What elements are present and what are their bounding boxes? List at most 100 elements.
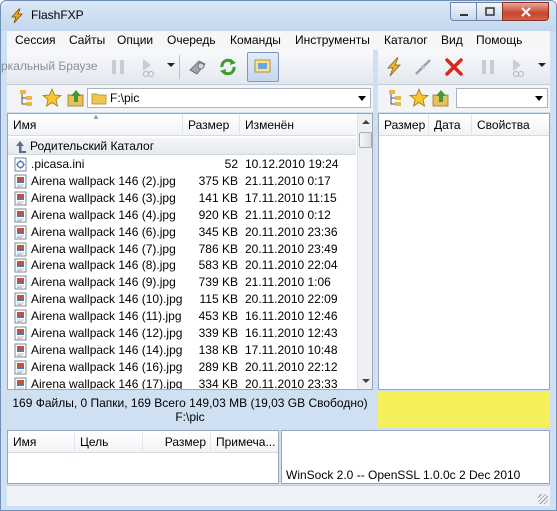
mirror-browse-button[interactable] <box>247 52 279 82</box>
play-dropdown-arrow[interactable] <box>538 63 546 67</box>
folder-tree-icon[interactable] <box>17 87 39 109</box>
column-properties[interactable]: Свойства <box>472 114 549 136</box>
right-path-combo[interactable] <box>456 88 548 108</box>
menu-directory[interactable]: Каталог <box>384 33 428 47</box>
close-button[interactable] <box>502 2 549 21</box>
file-name: Airena wallpack 146 (6).jpg <box>31 224 176 239</box>
favorites-star-icon[interactable] <box>408 87 430 109</box>
left-path-combo[interactable]: F:\pic <box>87 88 371 108</box>
file-row[interactable]: Airena wallpack 146 (6).jpg 345 KB 20.11.2… <box>8 224 356 241</box>
folder-icon <box>91 93 107 105</box>
file-row[interactable]: Airena wallpack 146 (10).jpg 115 KB 20.11.… <box>8 291 356 308</box>
folder-tree-icon[interactable] <box>386 87 408 109</box>
site-manager-icon[interactable] <box>187 56 209 78</box>
file-row[interactable]: .picasa.ini 52 10.12.2010 19:24 <box>8 156 356 173</box>
file-row[interactable]: Airena wallpack 146 (4).jpg 920 KB 21.11.2… <box>8 207 356 224</box>
file-size: 453 KB <box>198 309 238 324</box>
image-file-icon <box>14 242 27 256</box>
remote-status-panel <box>378 391 550 427</box>
chevron-down-icon[interactable] <box>535 96 543 101</box>
play-transfer-icon[interactable] <box>137 56 159 78</box>
pause-icon[interactable] <box>477 56 499 78</box>
abort-x-icon[interactable] <box>443 56 465 78</box>
parent-folder-icon[interactable] <box>430 87 452 109</box>
menu-tools[interactable]: Инструменты <box>295 33 370 47</box>
title-bar[interactable]: FlashFXP <box>1 1 556 31</box>
queue-column-target[interactable]: Цель <box>75 431 143 453</box>
transfer-queue[interactable]: Имя Цель Размер Примеча... <box>7 430 279 484</box>
chevron-down-icon[interactable] <box>358 96 366 101</box>
file-name: Airena wallpack 146 (14).jpg <box>31 342 183 357</box>
close-icon <box>520 7 531 17</box>
remote-column-header: Размер Дата Свойства <box>379 114 549 136</box>
flashfxp-bolt-icon <box>11 8 23 24</box>
minimize-button[interactable] <box>450 2 477 21</box>
menu-sites[interactable]: Сайты <box>69 33 105 47</box>
favorites-star-icon[interactable] <box>41 87 63 109</box>
queue-column-name[interactable]: Имя <box>8 431 75 453</box>
menu-view[interactable]: Вид <box>441 33 463 47</box>
log-line: WinSock 2.0 -- OpenSSL 1.0.0c 2 Dec 2010 <box>286 468 521 482</box>
file-row[interactable]: Airena wallpack 146 (8).jpg 583 KB 20.11.2… <box>8 257 356 274</box>
column-size[interactable]: Размер <box>379 114 429 136</box>
scrollbar-thumb[interactable] <box>359 132 372 148</box>
queue-column-note[interactable]: Примеча... <box>211 431 278 453</box>
left-address-bar: F:\pic <box>7 85 373 112</box>
file-size: 375 KB <box>198 173 238 188</box>
file-row[interactable]: Airena wallpack 146 (16).jpg 289 KB 20.11.… <box>8 359 356 376</box>
disconnect-icon[interactable] <box>412 56 434 78</box>
queue-column-size[interactable]: Размер <box>143 431 211 453</box>
left-path-text: F:\pic <box>110 91 140 105</box>
column-size[interactable]: Размер <box>183 114 240 136</box>
file-size: 345 KB <box>198 224 238 239</box>
file-row[interactable]: Airena wallpack 146 (9).jpg 739 KB 21.11.2… <box>8 274 356 291</box>
pause-icon[interactable] <box>107 56 129 78</box>
window-title: FlashFXP <box>31 8 84 22</box>
image-file-icon <box>14 258 27 273</box>
status-log[interactable]: WinSock 2.0 -- OpenSSL 1.0.0c 2 Dec 2010 <box>281 430 550 484</box>
file-name: Airena wallpack 146 (10).jpg <box>31 292 183 307</box>
file-row[interactable]: Airena wallpack 146 (12).jpg 339 KB 16.11.… <box>8 325 356 342</box>
menu-help[interactable]: Помощь <box>476 33 522 47</box>
connect-bolt-icon[interactable] <box>383 56 405 78</box>
file-row[interactable]: Airena wallpack 146 (14).jpg 138 KB 17.11.… <box>8 342 356 359</box>
file-row[interactable]: Airena wallpack 146 (2).jpg 375 KB 21.11.2… <box>8 173 356 190</box>
file-size: 141 KB <box>198 190 238 205</box>
file-modified: 20.11.2010 23:49 <box>245 241 338 256</box>
refresh-icon[interactable] <box>217 56 239 78</box>
play-dropdown-arrow[interactable] <box>167 63 175 67</box>
file-row[interactable]: Airena wallpack 146 (7).jpg 786 KB 20.11.2… <box>8 241 356 258</box>
file-row[interactable]: Airena wallpack 146 (17).jpg 334 KB 20.11.… <box>8 376 356 389</box>
file-size: 289 KB <box>198 359 238 374</box>
scroll-down-arrow-icon[interactable] <box>362 379 370 383</box>
image-file-icon <box>14 275 27 290</box>
file-size: 739 KB <box>198 275 238 290</box>
file-modified: 21.11.2010 0:17 <box>245 173 331 188</box>
minimize-icon <box>459 14 468 16</box>
file-modified: 16.11.2010 12:43 <box>245 326 338 340</box>
menu-options[interactable]: Опции <box>117 33 153 47</box>
file-modified: 17.11.2010 11:15 <box>245 190 337 205</box>
column-date[interactable]: Дата <box>429 114 472 136</box>
parent-folder-icon[interactable] <box>65 87 87 109</box>
quickconnect-label[interactable]: ркальный Браузе <box>1 59 98 73</box>
column-modified[interactable]: Изменён <box>240 114 356 136</box>
resize-grip-icon[interactable] <box>538 494 548 504</box>
menu-commands[interactable]: Команды <box>230 33 281 47</box>
menu-session[interactable]: Сессия <box>15 33 56 47</box>
queue-column-header: Имя Цель Размер Примеча... <box>8 431 278 453</box>
maximize-button[interactable] <box>476 2 503 21</box>
file-row[interactable]: Airena wallpack 146 (11).jpg 453 KB 16.11.… <box>8 308 356 325</box>
file-row[interactable]: Airena wallpack 146 (3).jpg 141 KB 17.11.2… <box>8 190 356 207</box>
local-column-header: Имя ▲ Размер Изменён <box>8 114 356 136</box>
menu-queue[interactable]: Очередь <box>167 33 216 47</box>
play-transfer-icon[interactable] <box>507 56 529 78</box>
vertical-scrollbar[interactable] <box>357 114 372 389</box>
local-file-list[interactable]: Имя ▲ Размер Изменён Родительский Катало… <box>7 113 373 390</box>
scroll-up-arrow-icon[interactable] <box>362 120 370 124</box>
parent-directory-row[interactable]: Родительский Каталог <box>8 138 356 155</box>
file-modified: 17.11.2010 10:48 <box>245 342 338 357</box>
right-toolbar <box>378 50 550 85</box>
right-address-bar <box>378 85 550 112</box>
remote-file-list[interactable]: Размер Дата Свойства <box>378 113 550 390</box>
